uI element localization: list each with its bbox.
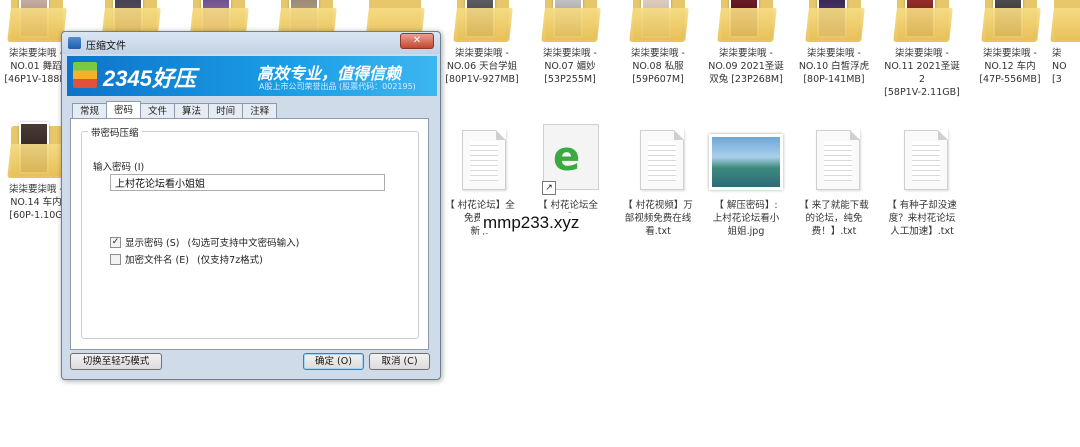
folder-label: 柒 NO [3 — [1052, 48, 1067, 85]
folder-item[interactable]: 柒柒要柒哦 - NO.07 媚妙 [53P255M] — [526, 0, 614, 86]
encrypt-names-hint: (仅支持7z格式) — [196, 255, 263, 266]
folder-icon — [627, 0, 689, 44]
folder-icon — [715, 0, 777, 44]
ok-button[interactable]: 确定 (O) — [303, 353, 364, 370]
password-panel: 带密码压缩 — [70, 118, 429, 350]
group-title: 带密码压缩 — [88, 125, 142, 139]
encrypt-names-row[interactable]: 加密文件名 (E) (仅支持7z格式) — [110, 252, 263, 266]
file-item[interactable]: 【 有种子却没速 度？来村花论坛 人工加速】.txt — [878, 126, 966, 238]
file-label: 【 来了就能下载 的论坛，纯免 费！】.txt — [799, 200, 869, 237]
folder-item[interactable]: 柒柒要柒哦 - NO.10 白皙浮虎 [80P-141MB] — [790, 0, 878, 86]
text-file-icon — [449, 126, 511, 196]
tab-time[interactable]: 时间 — [208, 103, 244, 119]
folder-icon — [979, 0, 1041, 44]
image-file-icon — [705, 126, 787, 196]
folder-label: 柒柒要柒哦 - NO.08 私服 [59P607M] — [631, 48, 685, 85]
file-item[interactable]: 【 来了就能下载 的论坛，纯免 费！】.txt — [790, 126, 878, 238]
show-password-row[interactable]: ✓ 显示密码 (S) (勾选可支持中文密码输入) — [110, 235, 299, 249]
file-label: 【 有种子却没速 度？来村花论坛 人工加速】.txt — [887, 200, 957, 237]
file-label: 【 村花视频】万 部视频免费在线 看.txt — [623, 200, 693, 237]
shortcut-arrow-icon: ↗ — [542, 181, 556, 195]
tab-general[interactable]: 常规 — [72, 103, 108, 119]
archive-logo-icon — [73, 62, 97, 88]
folder-item[interactable]: 柒柒要柒哦 - NO.06 天台学姐 [80P1V-927MB] — [438, 0, 526, 86]
brand-subtitle: A股上市公司荣誉出品 (股票代码：002195) — [259, 82, 416, 91]
folder-icon — [803, 0, 865, 44]
file-item[interactable]: 【 村花视频】万 部视频免费在线 看.txt — [614, 126, 702, 238]
folder-icon — [891, 0, 953, 44]
encrypt-names-label: 加密文件名 (E) — [125, 255, 189, 266]
compress-dialog: 压缩文件 ✕ 2345好压 高效专业，值得信赖 A股上市公司荣誉出品 (股票代码… — [61, 31, 441, 380]
folder-label: 柒柒要柒哦 - NO.12 车内 [47P-556MB] — [979, 48, 1041, 85]
password-label: 输入密码 (I) — [93, 162, 145, 173]
cancel-button[interactable]: 取消 (C) — [369, 353, 430, 370]
folder-item[interactable]: 柒柒要柒哦 - NO.09 2021圣诞 双兔 [23P268M] — [702, 0, 790, 86]
file-label: 【 解压密码】: 上村花论坛看小 姐姐.jpg — [712, 200, 780, 237]
folder-icon — [539, 0, 601, 44]
tab-files[interactable]: 文件 — [140, 103, 176, 119]
tab-bar: 常规 密码 文件 算法 时间 注释 — [72, 101, 278, 119]
folder-label: 柒柒要柒哦 - NO.07 媚妙 [53P255M] — [543, 48, 597, 85]
file-item[interactable]: 【 解压密码】: 上村花论坛看小 姐姐.jpg — [702, 126, 790, 238]
app-icon — [68, 37, 81, 49]
folder-icon — [1050, 0, 1080, 44]
encrypt-names-checkbox[interactable] — [110, 253, 121, 265]
switch-mode-button[interactable]: 切换至轻巧模式 — [70, 353, 162, 370]
tab-password[interactable]: 密码 — [106, 101, 142, 119]
folder-label: 柒柒要柒哦 - NO.06 天台学姐 [80P1V-927MB] — [445, 48, 519, 85]
folder-item[interactable]: 柒柒要柒哦 - NO.11 2021圣诞 2 [58P1V-2.11GB] — [878, 0, 966, 99]
file-explorer: 柒柒要柒哦 - NO.01 舞蹈 [46P1V-188M 柒柒要柒哦 - NO.… — [0, 0, 1080, 447]
show-password-label: 显示密码 (S) — [125, 238, 180, 249]
text-file-icon — [627, 126, 689, 196]
close-button[interactable]: ✕ — [400, 33, 434, 49]
folder-icon — [5, 122, 67, 180]
folder-icon — [451, 0, 513, 44]
folder-icon — [5, 0, 67, 44]
tab-comment[interactable]: 注释 — [242, 103, 278, 119]
show-password-hint: (勾选可支持中文密码输入) — [187, 238, 300, 249]
folder-item[interactable]: 柒柒要柒哦 - NO.12 车内 [47P-556MB] — [966, 0, 1054, 86]
tab-algorithm[interactable]: 算法 — [174, 103, 210, 119]
folder-label: 柒柒要柒哦 - NO.09 2021圣诞 双兔 [23P268M] — [708, 48, 784, 85]
dialog-title: 压缩文件 — [86, 41, 126, 52]
brand-banner: 2345好压 高效专业，值得信赖 A股上市公司荣誉出品 (股票代码：002195… — [67, 56, 437, 96]
show-password-checkbox[interactable]: ✓ — [110, 236, 121, 248]
text-file-icon — [891, 126, 953, 196]
file-item[interactable]: e↗ 【 村花论坛全 文】 — [524, 124, 612, 225]
watermark-text: mmp233.xyz — [480, 213, 583, 233]
folder-label: 柒柒要柒哦 - NO.11 2021圣诞 2 [58P1V-2.11GB] — [884, 48, 960, 98]
text-file-icon — [803, 126, 865, 196]
dialog-titlebar[interactable]: 压缩文件 ✕ — [62, 32, 440, 54]
folder-item[interactable]: 柒柒要柒哦 - NO.08 私服 [59P607M] — [614, 0, 702, 86]
internet-shortcut-icon: e ↗ — [537, 124, 599, 196]
folder-label: 柒柒要柒哦 - NO.10 白皙浮虎 [80P-141MB] — [798, 48, 870, 85]
brand-logo: 2345好压 — [103, 66, 196, 91]
folder-item[interactable]: 柒 NO [3 — [1050, 0, 1080, 86]
password-input[interactable] — [110, 174, 385, 191]
